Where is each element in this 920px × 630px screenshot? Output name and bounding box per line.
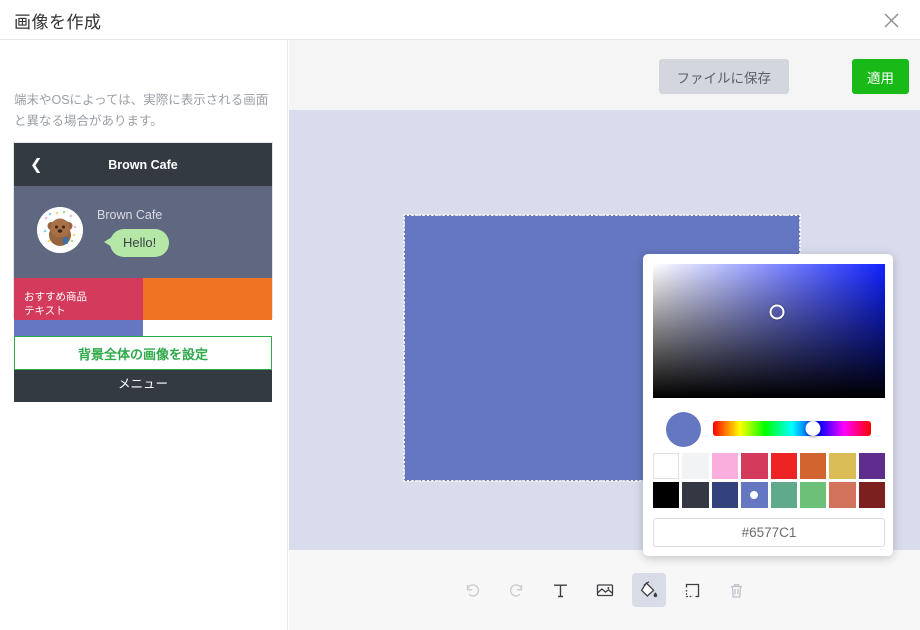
swatch[interactable] xyxy=(771,453,797,479)
sv-cursor-handle[interactable] xyxy=(770,305,785,320)
swatch[interactable] xyxy=(712,453,738,479)
chat-header: ❮ Brown Cafe xyxy=(14,143,272,186)
swatch-selected[interactable] xyxy=(741,482,767,508)
swatch[interactable] xyxy=(800,453,826,479)
close-icon[interactable] xyxy=(874,4,908,36)
hex-color-input[interactable]: #6577C1 xyxy=(653,518,885,547)
chat-bubble: Hello! xyxy=(110,229,169,257)
trash-icon[interactable] xyxy=(720,573,754,607)
swatch[interactable] xyxy=(712,482,738,508)
swatch[interactable] xyxy=(741,453,767,479)
chat-title: Brown Cafe xyxy=(14,158,272,172)
create-image-dialog: 画像を作成 端末やOSによっては、実際に表示される画面と異なる場合があります。 … xyxy=(0,0,920,630)
swatch[interactable] xyxy=(682,453,708,479)
apply-button[interactable]: 適用 xyxy=(852,59,909,94)
swatch[interactable] xyxy=(771,482,797,508)
swatch[interactable] xyxy=(829,453,855,479)
friend-name: Brown Cafe xyxy=(97,208,162,222)
select-area-icon[interactable] xyxy=(676,573,710,607)
tile-recommended[interactable]: おすすめ商品 テキスト xyxy=(14,278,143,320)
swatch[interactable] xyxy=(859,453,885,479)
set-background-image-button[interactable]: 背景全体の画像を設定 xyxy=(14,336,272,370)
swatch[interactable] xyxy=(653,453,679,479)
redo-icon[interactable] xyxy=(500,573,534,607)
swatch[interactable] xyxy=(653,482,679,508)
color-picker-popover: #6577C1 xyxy=(643,254,893,556)
swatch[interactable] xyxy=(859,482,885,508)
current-color-preview xyxy=(666,412,701,447)
hue-slider[interactable] xyxy=(713,421,871,436)
editor-top-toolbar: ファイルに保存 適用 xyxy=(289,40,920,110)
saturation-value-area[interactable] xyxy=(653,264,885,398)
preview-panel: 端末やOSによっては、実際に表示される画面と異なる場合があります。 ❮ Brow… xyxy=(0,40,288,630)
swatch[interactable] xyxy=(682,482,708,508)
swatch-selected-dot xyxy=(750,491,758,499)
chevron-left-icon[interactable]: ❮ xyxy=(30,157,43,172)
swatch[interactable] xyxy=(829,482,855,508)
phone-preview: ❮ Brown Cafe xyxy=(14,143,272,318)
tile-recommended-label: おすすめ商品 テキスト xyxy=(24,290,87,318)
text-icon[interactable] xyxy=(544,573,578,607)
paint-bucket-icon[interactable] xyxy=(632,573,666,607)
tile-orange[interactable] xyxy=(143,278,272,320)
bear-avatar-icon xyxy=(37,207,83,253)
dialog-header: 画像を作成 xyxy=(0,0,920,40)
page-title: 画像を作成 xyxy=(14,8,102,33)
save-to-file-button[interactable]: ファイルに保存 xyxy=(659,59,790,94)
undo-icon[interactable] xyxy=(456,573,490,607)
preview-hint: 端末やOSによっては、実際に表示される画面と異なる場合があります。 xyxy=(14,90,276,131)
image-icon[interactable] xyxy=(588,573,622,607)
hue-slider-handle[interactable] xyxy=(805,421,820,436)
swatch[interactable] xyxy=(800,482,826,508)
chat-body: Brown Cafe Hello! xyxy=(14,186,272,278)
color-swatch-grid xyxy=(653,453,885,508)
editor-tool-strip xyxy=(289,550,920,630)
